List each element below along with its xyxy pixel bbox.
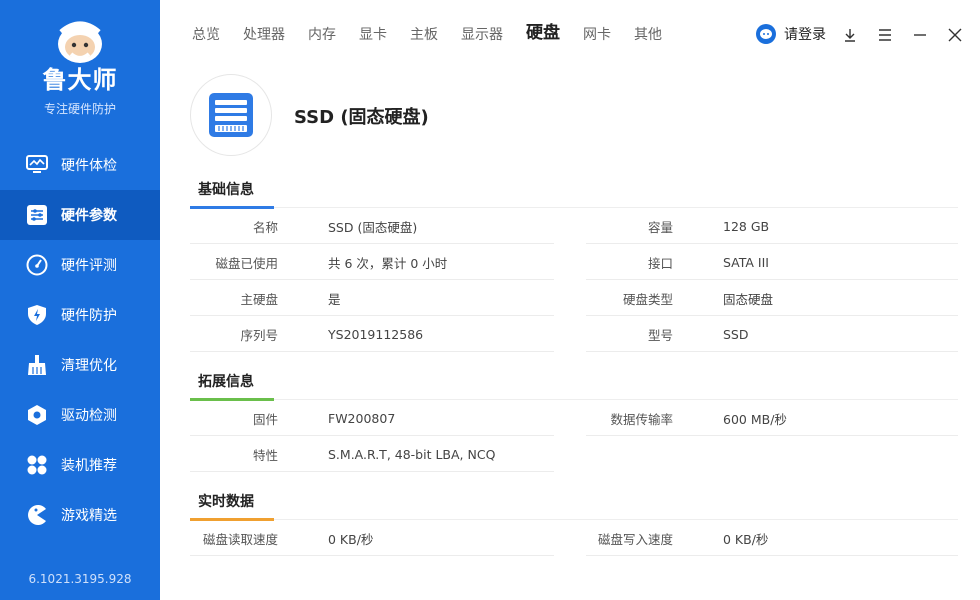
sidebar-item-cleanup[interactable]: 清理优化	[0, 340, 160, 390]
category-tabs: 总览 处理器 内存 显卡 主板 显示器 硬盘 网卡 其他	[192, 22, 685, 46]
table-row: 固件 FW200807 数据传输率 600 MB/秒	[190, 400, 960, 436]
row-divider	[190, 555, 554, 556]
sidebar: 鲁大师 专注硬件防护 硬件体检 硬件参数 硬件评测 硬件防护 清理优化 驱动检测…	[0, 0, 160, 600]
brand-name: 鲁大师	[42, 66, 118, 94]
close-icon[interactable]	[944, 24, 966, 46]
sidebar-item-hardware-benchmark[interactable]: 硬件评测	[0, 240, 160, 290]
field-key: 序列号	[240, 327, 278, 343]
sidebar-item-label: 游戏精选	[61, 508, 117, 524]
field-value: 共 6 次，累计 0 小时	[328, 255, 448, 271]
field-value: FW200807	[328, 410, 396, 426]
broom-icon	[26, 354, 48, 376]
tab-overview[interactable]: 总览	[192, 24, 220, 46]
monitor-icon	[26, 154, 48, 176]
field-value: 是	[328, 291, 341, 307]
sidebar-item-label: 硬件体检	[61, 158, 117, 174]
version-label: 6.1021.3195.928	[28, 572, 132, 586]
field-value: 0 KB/秒	[328, 531, 374, 547]
sidebar-item-hardware-protection[interactable]: 硬件防护	[0, 290, 160, 340]
field-value: SSD	[723, 326, 749, 342]
section-realtime-title: 实时数据	[190, 490, 274, 521]
sidebar-item-label: 装机推荐	[61, 458, 117, 474]
login-button[interactable]: 请登录	[756, 24, 826, 44]
sidebar-item-label: 硬件评测	[61, 258, 117, 274]
field-value: 128 GB	[723, 218, 770, 234]
tab-disk[interactable]: 硬盘	[526, 22, 560, 46]
gear-hex-icon	[26, 404, 48, 426]
field-key: 硬盘类型	[622, 291, 673, 307]
sidebar-item-label: 驱动检测	[61, 408, 117, 424]
field-key: 名称	[252, 219, 278, 235]
field-key: 固件	[252, 411, 278, 427]
table-row: 序列号 YS2019112586 型号 SSD	[190, 316, 960, 352]
sidebar-item-label: 硬件防护	[61, 308, 117, 324]
puzzle-icon	[26, 454, 48, 476]
section-extended-title: 拓展信息	[190, 370, 274, 401]
sidebar-item-hardware-checkup[interactable]: 硬件体检	[0, 140, 160, 190]
table-row: 名称 SSD (固态硬盘) 容量 128 GB	[190, 208, 960, 244]
section-basic-title: 基础信息	[190, 178, 274, 209]
section-extended-label: 拓展信息	[198, 374, 254, 390]
brand-tagline: 专注硬件防护	[43, 102, 116, 116]
sliders-icon	[26, 204, 48, 226]
field-key: 磁盘读取速度	[202, 531, 278, 547]
row-divider	[586, 351, 958, 352]
field-key: 磁盘已使用	[215, 255, 278, 271]
field-value: 600 MB/秒	[723, 411, 787, 427]
tab-motherboard[interactable]: 主板	[410, 24, 438, 46]
tab-cpu[interactable]: 处理器	[243, 24, 285, 46]
menu-icon[interactable]	[874, 24, 896, 46]
field-value: 固态硬盘	[723, 291, 774, 307]
tab-monitor[interactable]: 显示器	[461, 24, 503, 46]
section-realtime-label: 实时数据	[198, 494, 254, 510]
table-row: 主硬盘 是 硬盘类型 固态硬盘	[190, 280, 960, 316]
row-divider	[190, 471, 554, 472]
shield-bolt-icon	[26, 304, 48, 326]
gauge-icon	[26, 254, 48, 276]
table-row: 磁盘已使用 共 6 次，累计 0 小时 接口 SATA III	[190, 244, 960, 280]
disk-icon	[190, 74, 272, 156]
row-divider	[190, 351, 554, 352]
minimize-icon[interactable]	[909, 24, 931, 46]
field-value: SSD (固态硬盘)	[328, 219, 418, 235]
field-key: 容量	[647, 219, 673, 235]
row-divider	[586, 555, 958, 556]
pacman-icon	[26, 504, 48, 526]
download-icon[interactable]	[839, 24, 861, 46]
tab-memory[interactable]: 内存	[308, 24, 336, 46]
field-key: 特性	[252, 447, 278, 463]
field-key: 接口	[647, 255, 673, 271]
logo: 鲁大师 专注硬件防护	[0, 14, 160, 117]
field-value: 0 KB/秒	[723, 531, 769, 547]
tab-other[interactable]: 其他	[634, 24, 662, 46]
tab-network[interactable]: 网卡	[583, 24, 611, 46]
sidebar-item-build-recommend[interactable]: 装机推荐	[0, 440, 160, 490]
device-title: SSD (固态硬盘)	[294, 107, 429, 128]
mascot-logo-icon	[51, 14, 109, 64]
field-key: 型号	[647, 327, 673, 343]
tab-gpu[interactable]: 显卡	[359, 24, 387, 46]
field-key: 磁盘写入速度	[597, 531, 673, 547]
field-key: 数据传输率	[610, 411, 673, 427]
sidebar-nav: 硬件体检 硬件参数 硬件评测 硬件防护 清理优化 驱动检测 装机推荐 游戏精选	[0, 140, 160, 540]
field-key: 主硬盘	[240, 291, 278, 307]
top-bar: 总览 处理器 内存 显卡 主板 显示器 硬盘 网卡 其他 请登录	[160, 0, 980, 70]
login-label: 请登录	[784, 27, 826, 43]
table-row: 特性 S.M.A.R.T, 48-bit LBA, NCQ	[190, 436, 960, 472]
sidebar-item-hardware-params[interactable]: 硬件参数	[0, 190, 160, 240]
sidebar-item-driver-check[interactable]: 驱动检测	[0, 390, 160, 440]
sidebar-item-label: 清理优化	[61, 358, 117, 374]
field-value: S.M.A.R.T, 48-bit LBA, NCQ	[328, 446, 496, 462]
field-value: YS2019112586	[328, 326, 424, 342]
table-row: 磁盘读取速度 0 KB/秒 磁盘写入速度 0 KB/秒	[190, 520, 960, 556]
field-value: SATA III	[723, 254, 769, 270]
sidebar-item-games[interactable]: 游戏精选	[0, 490, 160, 540]
user-avatar-icon	[756, 24, 776, 44]
sidebar-item-label: 硬件参数	[61, 208, 117, 224]
section-basic-label: 基础信息	[198, 182, 254, 198]
